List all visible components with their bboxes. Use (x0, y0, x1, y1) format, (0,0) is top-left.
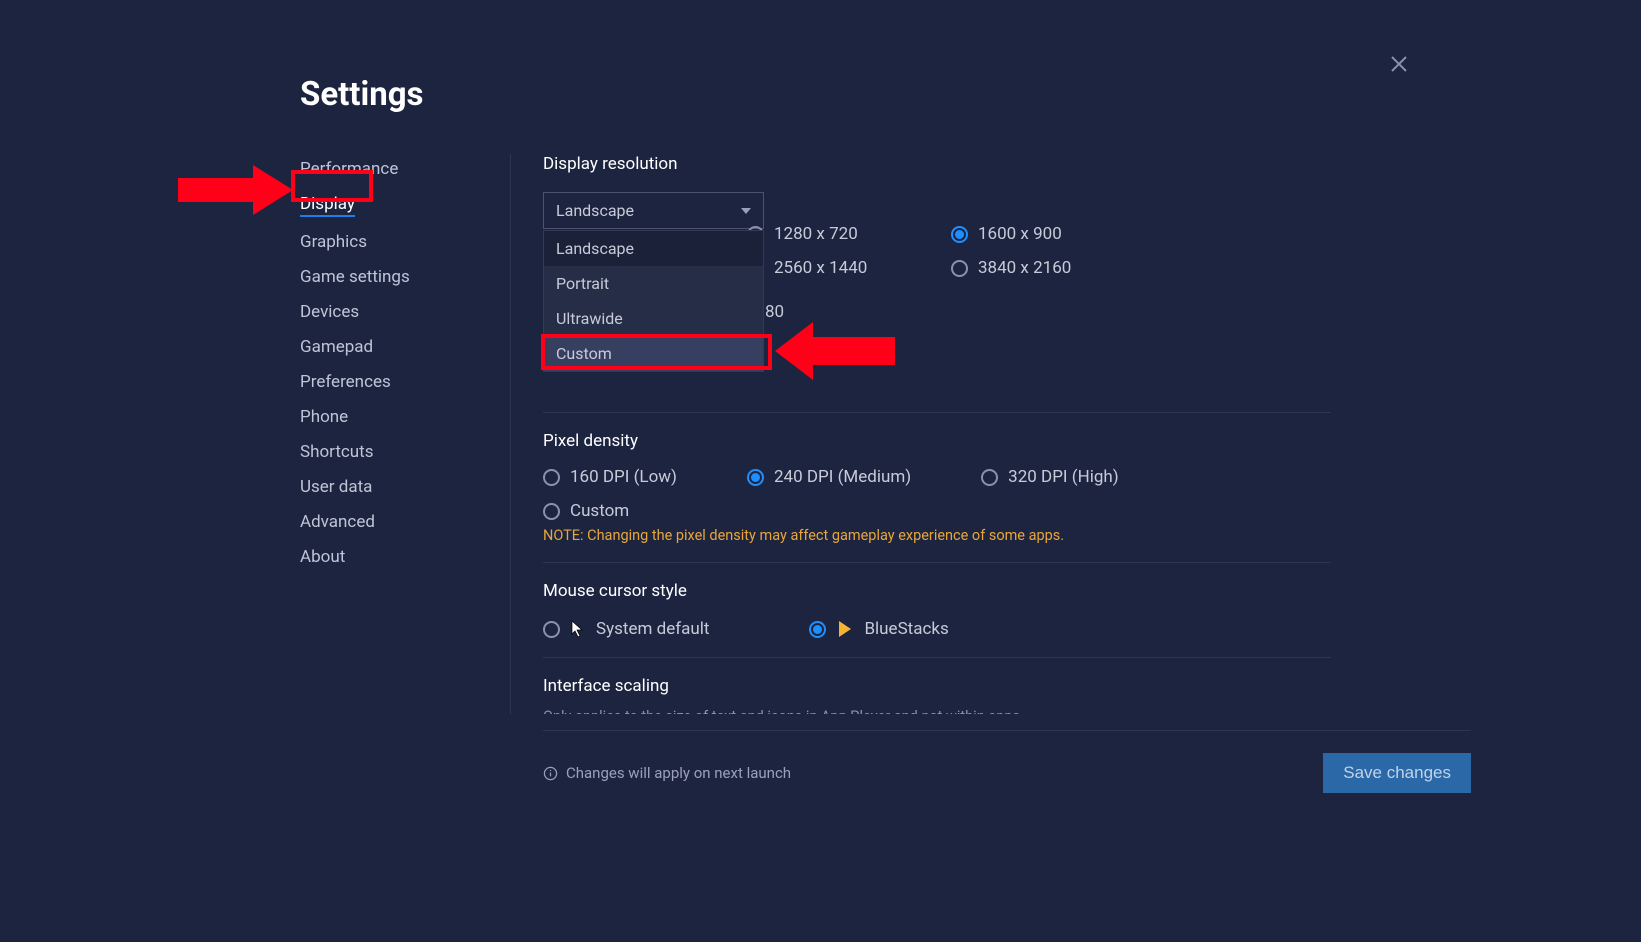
radio-icon (747, 469, 764, 486)
layout: Performance Display Graphics Game settin… (300, 154, 1341, 714)
dpi-label: Custom (570, 501, 629, 521)
settings-window: Settings Performance Display Graphics Ga… (0, 0, 1641, 942)
system-cursor-icon (570, 620, 586, 638)
pixel-density-title: Pixel density (543, 431, 1331, 451)
annotation-arrow-display (178, 160, 293, 224)
cursor-option-bluestacks[interactable]: BlueStacks (809, 619, 948, 639)
footer-note-text: Changes will apply on next launch (566, 764, 791, 782)
sidebar-item-preferences[interactable]: Preferences (300, 372, 391, 392)
content-panel: Display resolution Landscape Landscape P… (510, 154, 1341, 714)
close-button[interactable] (1387, 52, 1411, 76)
sidebar-item-display[interactable]: Display (300, 194, 355, 217)
mouse-cursor-row: System default BlueStacks (543, 619, 1331, 639)
resolution-label: 3840 x 2160 (978, 258, 1071, 278)
sidebar-item-performance[interactable]: Performance (300, 159, 398, 179)
orientation-selected-label: Landscape (556, 201, 634, 220)
sidebar-item-advanced[interactable]: Advanced (300, 512, 375, 532)
resolution-fragment: 80 (765, 302, 784, 322)
dpi-option-320[interactable]: 320 DPI (High) (981, 467, 1119, 487)
radio-icon (809, 621, 826, 638)
orientation-option-landscape[interactable]: Landscape (544, 231, 763, 266)
orientation-dropdown-menu: Landscape Portrait Ultrawide Custom (543, 230, 764, 372)
dpi-option-custom[interactable]: Custom (543, 501, 1331, 521)
radio-icon (543, 621, 560, 638)
page-title: Settings (300, 75, 1341, 114)
dpi-note: NOTE: Changing the pixel density may aff… (543, 527, 1331, 544)
display-resolution-title: Display resolution (543, 154, 1331, 174)
save-changes-button[interactable]: Save changes (1323, 753, 1471, 793)
resolution-label: 2560 x 1440 (774, 258, 867, 278)
radio-icon (951, 226, 968, 243)
footer-note: Changes will apply on next launch (543, 764, 791, 782)
footer: Changes will apply on next launch Save c… (543, 730, 1471, 793)
caret-down-icon (741, 208, 751, 214)
dpi-label: 320 DPI (High) (1008, 467, 1119, 487)
radio-icon (543, 503, 560, 520)
radio-icon (543, 469, 560, 486)
sidebar-item-phone[interactable]: Phone (300, 407, 348, 427)
interface-scaling-title: Interface scaling (543, 676, 1331, 696)
sidebar-item-user-data[interactable]: User data (300, 477, 372, 497)
orientation-option-custom[interactable]: Custom (544, 336, 763, 371)
bluestacks-cursor-icon (836, 620, 854, 638)
radio-icon (951, 260, 968, 277)
mouse-cursor-title: Mouse cursor style (543, 581, 1331, 601)
pixel-density-row: 160 DPI (Low) 240 DPI (Medium) 320 DPI (… (543, 467, 1331, 487)
close-icon (1387, 52, 1411, 76)
sidebar-item-graphics[interactable]: Graphics (300, 232, 367, 252)
sidebar-item-game-settings[interactable]: Game settings (300, 267, 410, 287)
resolution-option-2560x1440[interactable]: 2560 x 1440 (747, 258, 947, 278)
resolution-option-3840x2160[interactable]: 3840 x 2160 (951, 258, 1151, 278)
sidebar-item-gamepad[interactable]: Gamepad (300, 337, 373, 357)
divider (543, 412, 1331, 413)
dpi-option-240[interactable]: 240 DPI (Medium) (747, 467, 911, 487)
orientation-option-ultrawide[interactable]: Ultrawide (544, 301, 763, 336)
resolution-option-1280x720[interactable]: 1280 x 720 (747, 224, 947, 244)
sidebar-item-shortcuts[interactable]: Shortcuts (300, 442, 374, 462)
sidebar-item-devices[interactable]: Devices (300, 302, 359, 322)
dpi-label: 240 DPI (Medium) (774, 467, 911, 487)
dpi-option-160[interactable]: 160 DPI (Low) (543, 467, 677, 487)
resolution-option-1600x900[interactable]: 1600 x 900 (951, 224, 1151, 244)
interface-scaling-subtitle: Only applies to the size of text and ico… (543, 708, 1331, 714)
radio-icon (981, 469, 998, 486)
orientation-option-portrait[interactable]: Portrait (544, 266, 763, 301)
resolution-label: 1280 x 720 (774, 224, 858, 244)
resolution-label: 1600 x 900 (978, 224, 1062, 244)
divider (543, 657, 1331, 658)
cursor-label: System default (596, 619, 709, 639)
cursor-label: BlueStacks (864, 619, 948, 639)
sidebar-item-about[interactable]: About (300, 547, 345, 567)
cursor-option-system[interactable]: System default (543, 619, 709, 639)
info-icon (543, 766, 558, 781)
sidebar: Performance Display Graphics Game settin… (300, 154, 510, 714)
divider (543, 562, 1331, 563)
dpi-label: 160 DPI (Low) (570, 467, 677, 487)
